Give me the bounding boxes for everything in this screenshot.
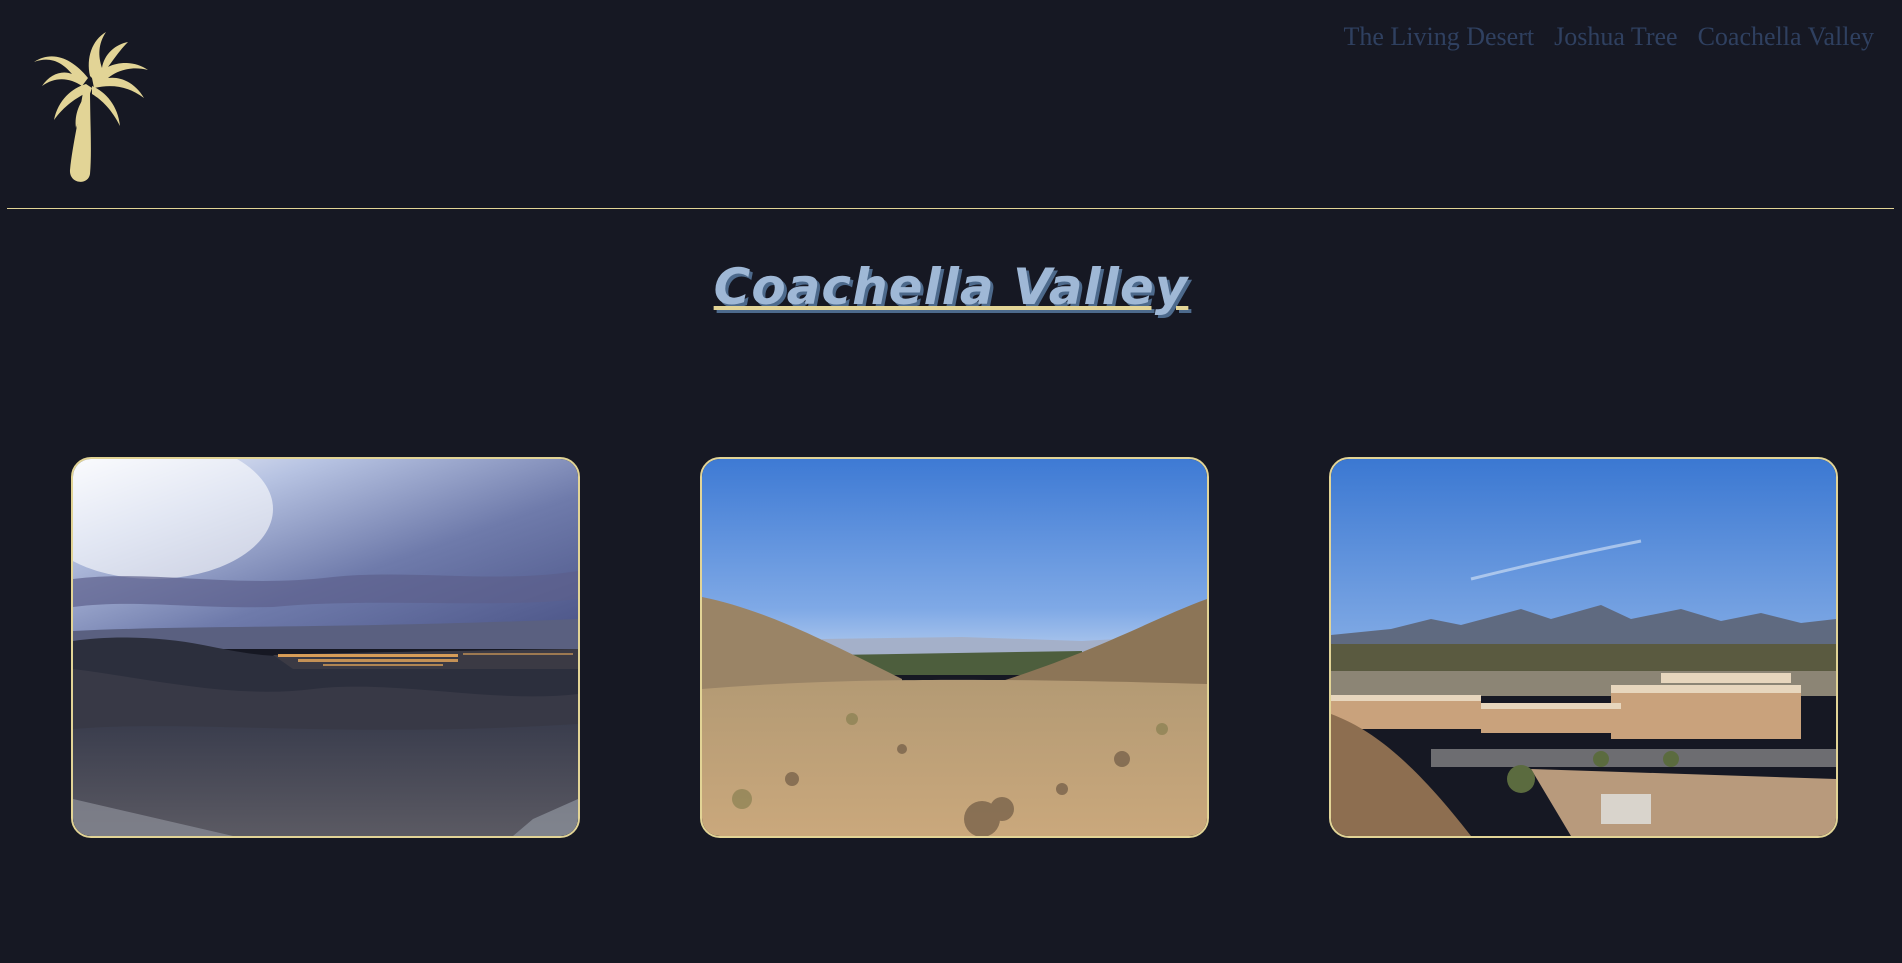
shopping-center-mountains-photo xyxy=(1331,459,1836,836)
photo-card-dusk-valley[interactable] xyxy=(71,457,580,838)
nav-link-joshua-tree[interactable]: Joshua Tree xyxy=(1554,22,1678,52)
palm-tree-icon[interactable] xyxy=(32,28,152,188)
photo-card-shopping-center[interactable] xyxy=(1329,457,1838,838)
dusk-valley-lights-photo xyxy=(73,459,578,836)
nav-link-coachella-valley[interactable]: Coachella Valley xyxy=(1698,22,1874,52)
desert-canyon-photo xyxy=(702,459,1207,836)
nav-link-living-desert[interactable]: The Living Desert xyxy=(1343,22,1534,52)
top-nav: The Living Desert Joshua Tree Coachella … xyxy=(1343,22,1874,52)
photo-gallery xyxy=(0,457,1902,838)
photo-card-desert-canyon[interactable] xyxy=(700,457,1209,838)
header-divider xyxy=(7,208,1894,209)
page: The Living Desert Joshua Tree Coachella … xyxy=(0,0,1902,963)
page-title: Coachella Valley xyxy=(713,258,1189,316)
